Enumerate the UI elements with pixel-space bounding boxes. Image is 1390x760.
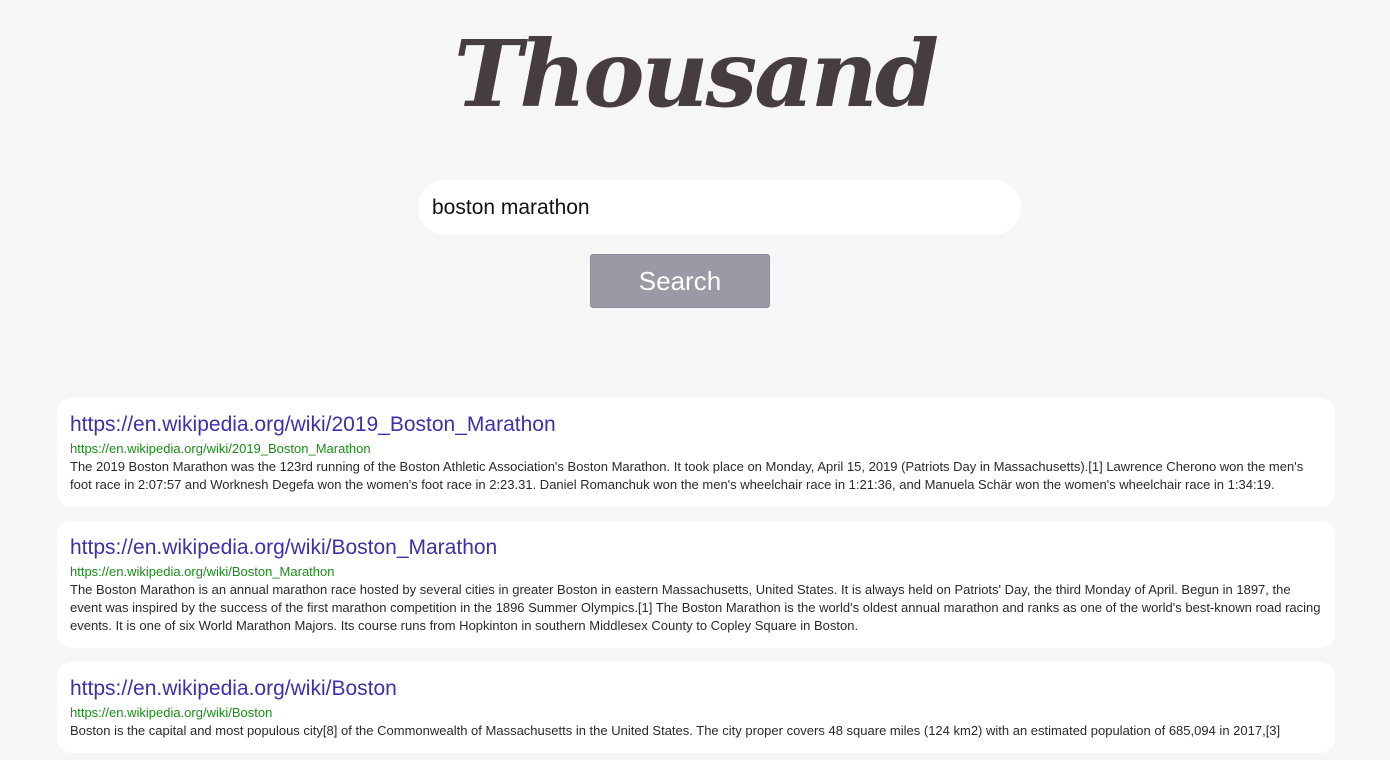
page: Thousand Search https://en.wikipedia.org… xyxy=(0,0,1390,760)
result-snippet: Boston is the capital and most populous … xyxy=(70,723,1281,738)
search-input[interactable] xyxy=(418,180,1021,235)
result-title-link[interactable]: https://en.wikipedia.org/wiki/Boston_Mar… xyxy=(70,533,1322,563)
result-card: https://en.wikipedia.org/wiki/Boston_Mar… xyxy=(57,521,1335,648)
result-card: https://en.wikipedia.org/wiki/2019_Bosto… xyxy=(57,398,1335,507)
search-button[interactable]: Search xyxy=(590,254,770,308)
result-card: https://en.wikipedia.org/wiki/Boston htt… xyxy=(57,662,1335,753)
result-snippet: The Boston Marathon is an annual maratho… xyxy=(70,582,1321,633)
result-url: https://en.wikipedia.org/wiki/Boston_Mar… xyxy=(70,564,335,579)
logo: Thousand xyxy=(453,20,939,128)
result-url: https://en.wikipedia.org/wiki/2019_Bosto… xyxy=(70,441,371,456)
results-list: https://en.wikipedia.org/wiki/2019_Bosto… xyxy=(57,398,1335,760)
result-title-link[interactable]: https://en.wikipedia.org/wiki/2019_Bosto… xyxy=(70,410,1322,440)
result-url: https://en.wikipedia.org/wiki/Boston xyxy=(70,705,273,720)
result-snippet: The 2019 Boston Marathon was the 123rd r… xyxy=(70,459,1304,492)
result-title-link[interactable]: https://en.wikipedia.org/wiki/Boston xyxy=(70,674,1322,704)
